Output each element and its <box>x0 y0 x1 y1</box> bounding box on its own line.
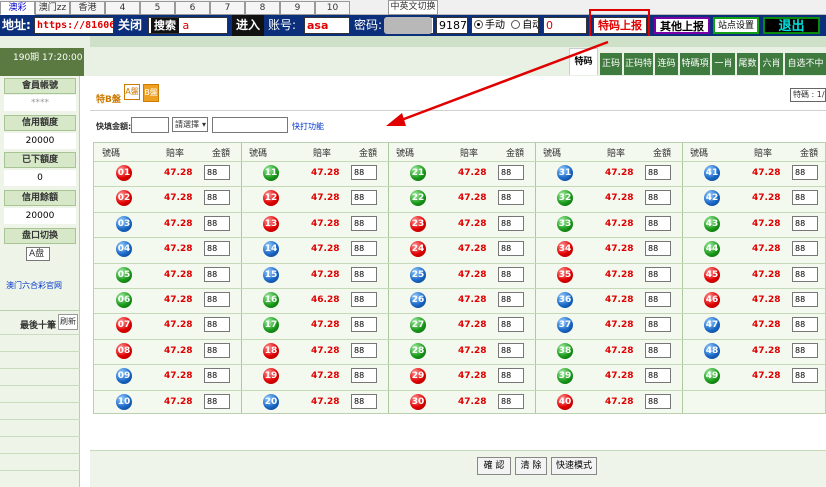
annotation-arrow-icon <box>386 40 609 126</box>
